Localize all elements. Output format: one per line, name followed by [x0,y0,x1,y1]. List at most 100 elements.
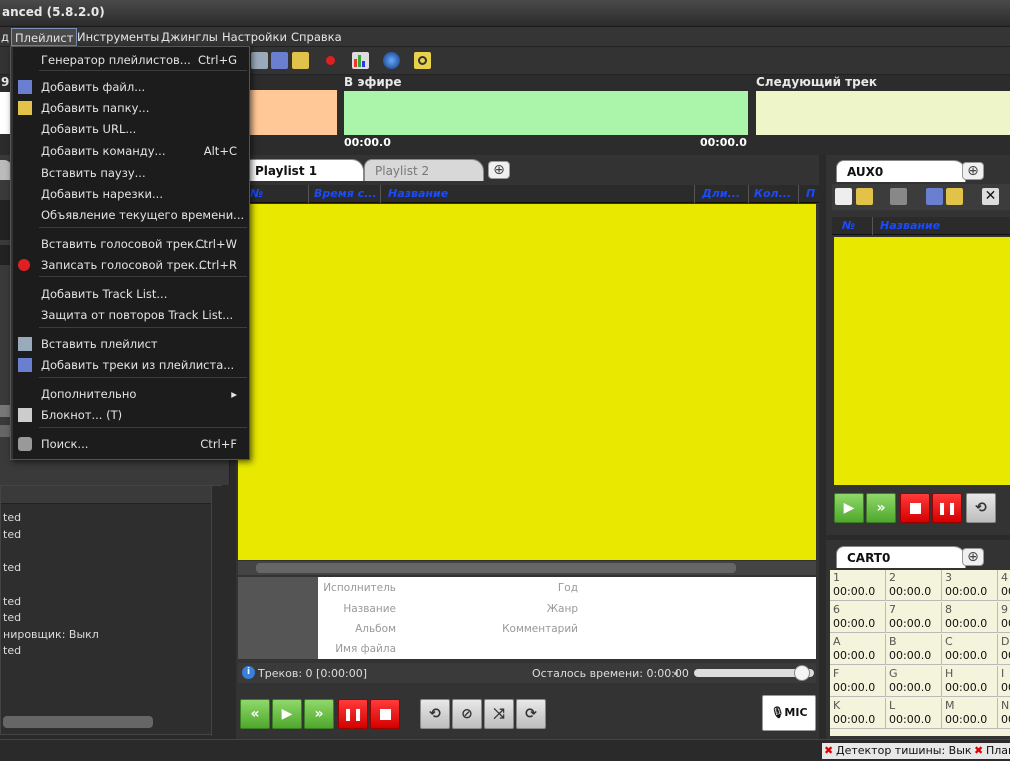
add-tab-icon[interactable]: ⊕ [488,161,510,179]
aux-delete-icon[interactable]: ✕ [982,188,999,205]
cart-cell[interactable]: L 00:00.0 [886,698,942,729]
col-number[interactable]: № [250,187,300,200]
aux-pause-button[interactable]: ❚❚ [932,493,962,523]
cart-cell[interactable]: K 00:00.0 [830,698,886,729]
menu-jingles[interactable]: Джинглы [158,28,221,46]
menu-item[interactable]: Блокнот... (T) [11,405,249,425]
menu-item[interactable]: Добавить URL... [11,119,249,139]
aux-forward-button[interactable]: » [866,493,896,523]
menu-item[interactable]: Поиск... Ctrl+F [11,434,249,454]
aux-save-icon[interactable] [890,188,907,205]
menu-item[interactable]: Вставить паузу... [11,163,249,183]
chart-icon[interactable] [352,52,369,69]
aux-open-icon[interactable] [856,188,873,205]
menu-item[interactable]: Добавить команду... Alt+C [11,141,249,161]
menu-tools[interactable]: Инструменты [74,28,162,46]
menu-item[interactable]: Записать голосовой трек... Ctrl+R [11,255,249,275]
aux-list[interactable] [834,237,1010,485]
playlist-edit-icon[interactable] [271,52,288,69]
tab-aux0[interactable]: AUX0 [836,160,966,182]
cart-add-tab-icon[interactable]: ⊕ [962,548,984,566]
menu-item[interactable]: Защита от повторов Track List... [11,305,249,325]
tab-cart0[interactable]: CART0 [836,546,966,568]
cart-cell-key: G [889,667,898,680]
cart-cell[interactable]: G 00:00.0 [886,666,942,697]
menu-settings[interactable]: Настройки [219,28,290,46]
cart-cell[interactable]: M 00:00.0 [942,698,998,729]
cart-cell-key: C [945,635,953,648]
cart-cell[interactable]: H 00:00.0 [942,666,998,697]
menu-item[interactable]: Вставить плейлист [11,334,249,354]
menu-separator [39,70,247,71]
aux-col-title[interactable]: Название [880,219,940,232]
aux-col-number[interactable]: № [842,219,855,232]
shuffle-button[interactable]: ⤨ [484,699,514,729]
cart-cell[interactable]: F 00:00.0 [830,666,886,697]
menu-separator [39,227,247,228]
cart-cell[interactable]: 7 00:00.0 [886,602,942,633]
cart-cell[interactable]: C 00:00.0 [942,634,998,665]
col-count[interactable]: Кол... [754,187,794,200]
scheduler-status[interactable]: ✖Плане [972,743,1010,759]
cart-cell-key: 1 [833,571,840,584]
col-p[interactable]: П [806,187,818,200]
menu-help[interactable]: Справка [288,28,345,46]
tab-playlist-2[interactable]: Playlist 2 [364,159,484,181]
aux-stop-button[interactable] [900,493,930,523]
cart-cell[interactable]: 2 00:00.0 [886,570,942,601]
menu-item[interactable]: Генератор плейлистов... Ctrl+G [11,50,249,70]
gear-icon[interactable] [414,52,431,69]
block-button[interactable]: ⊘ [452,699,482,729]
cart-cell[interactable]: A 00:00.0 [830,634,886,665]
mic-button[interactable]: 🎙︎MIC [762,695,816,731]
col-duration[interactable]: Дли... [702,187,744,200]
cart-cell[interactable]: 1 00:00.0 [830,570,886,601]
cart-cell[interactable]: B 00:00.0 [886,634,942,665]
rewind-button[interactable]: « [240,699,270,729]
stop-button[interactable] [370,699,400,729]
menu-item[interactable]: Добавить папку... [11,98,249,118]
cart-cell[interactable]: 900:00.0 [998,602,1010,633]
cart-cell[interactable]: I00:00.0 [998,666,1010,697]
cart-cell[interactable]: 6 00:00.0 [830,602,886,633]
aux-add-tab-icon[interactable]: ⊕ [962,162,984,180]
aux-play-button[interactable]: ▶ [834,493,864,523]
repeat-button[interactable]: ⟳ [516,699,546,729]
playlist-list[interactable] [238,204,816,560]
menu-item[interactable]: Добавить нарезки... [11,184,249,204]
playlist-doc-icon[interactable] [251,52,268,69]
info-comment-label: Комментарий [502,623,578,635]
record-toolbar-icon[interactable] [322,52,339,69]
aux-loop-button[interactable]: ⟲ [966,493,996,523]
col-start-time[interactable]: Время с... [314,187,378,200]
cart-cell[interactable]: 8 00:00.0 [942,602,998,633]
menu-item[interactable]: Вставить голосовой трек... Ctrl+W [11,234,249,254]
log-scrollbar[interactable] [211,486,223,736]
playlist-h-scrollbar[interactable] [238,561,816,575]
menu-item[interactable]: Дополнительно ▸ [11,384,249,404]
volume-slider[interactable] [694,665,814,681]
cart-cell[interactable]: 3 00:00.0 [942,570,998,601]
col-title[interactable]: Название [388,187,688,200]
silence-detector-status[interactable]: ✖ Детектор тишины: Выкл [822,743,982,759]
tab-playlist-1[interactable]: Playlist 1 [244,159,364,181]
aux-add-file-icon[interactable] [926,188,943,205]
play-button[interactable]: ▶ [272,699,302,729]
log-h-scrollbar[interactable] [3,716,153,728]
menu-item[interactable]: Добавить Track List... [11,284,249,304]
fast-forward-button[interactable]: » [304,699,334,729]
menu-item[interactable]: Добавить треки из плейлиста... [11,355,249,375]
cart-cell[interactable]: 400:00.0 [998,570,1010,601]
volume-icon[interactable]: 🔈︎ [674,666,690,680]
menu-playlist[interactable]: Плейлист [11,28,78,46]
menu-item[interactable]: Добавить файл... [11,77,249,97]
menu-item[interactable]: Объявление текущего времени... [11,205,249,225]
aux-add-folder-icon[interactable] [946,188,963,205]
cart-cell[interactable]: D00:00.0 [998,634,1010,665]
cart-cell[interactable]: N00:00.0 [998,698,1010,729]
loop-add-button[interactable]: ⟲ [420,699,450,729]
globe-icon[interactable] [383,52,400,69]
folder-icon[interactable] [292,52,309,69]
aux-new-icon[interactable] [835,188,852,205]
pause-button[interactable]: ❚❚ [338,699,368,729]
